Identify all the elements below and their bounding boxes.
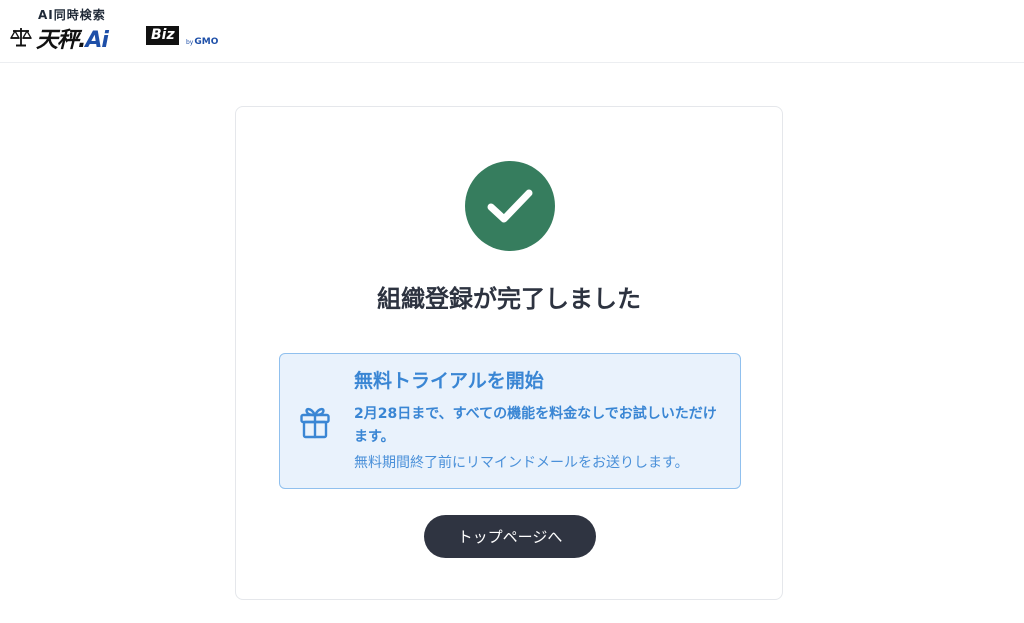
gift-icon <box>300 407 330 439</box>
logo-company: byGMO <box>186 37 219 47</box>
app-header: AI同時検索 天秤.Ai Biz byGMO <box>0 0 1024 63</box>
trial-description: 2月28日まで、すべての機能を料金なしでお試しいただけます。 <box>354 406 717 445</box>
balance-scale-icon <box>10 28 32 47</box>
logo-biz-badge: Biz <box>146 26 179 45</box>
completion-card: 組織登録が完了しました 無料トライアルを開始 2月28日まで、すべての機能を料金… <box>235 106 783 600</box>
check-icon <box>487 189 533 223</box>
success-badge <box>465 161 555 251</box>
trial-notice: 無料トライアルを開始 2月28日まで、すべての機能を料金なしでお試しいただけます… <box>279 353 741 489</box>
logo[interactable]: AI同時検索 天秤.Ai Biz byGMO <box>10 6 240 54</box>
logo-tagline: AI同時検索 <box>38 8 106 22</box>
top-page-button[interactable]: トップページへ <box>424 515 596 558</box>
trial-heading: 無料トライアルを開始 <box>354 370 544 392</box>
page-title: 組織登録が完了しました <box>377 285 641 313</box>
logo-wordmark: 天秤.Ai <box>36 28 109 53</box>
trial-reminder-note: 無料期間終了前にリマインドメールをお送りします。 <box>354 455 689 471</box>
